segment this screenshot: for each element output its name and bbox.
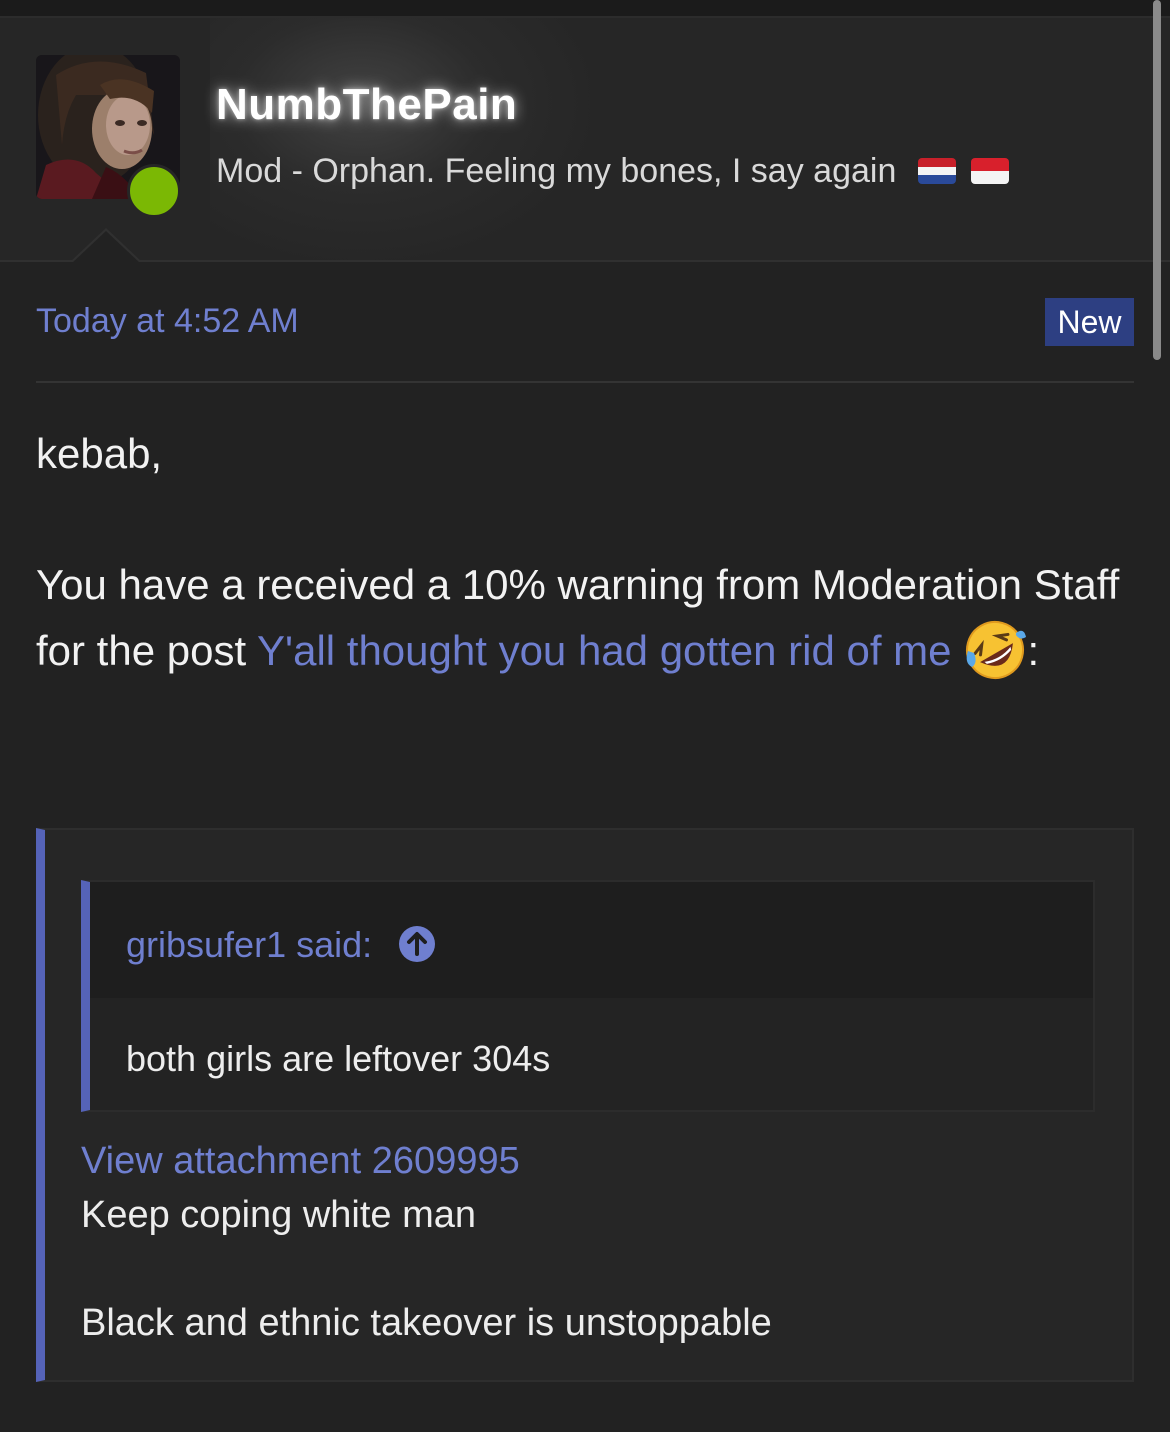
online-status-dot <box>127 164 181 218</box>
nested-quote-author-text[interactable]: gribsufer1 said: <box>126 924 372 965</box>
header-pointer-fill <box>72 231 140 263</box>
new-badge: New <box>1045 298 1134 346</box>
nested-quote: gribsufer1 said: both girls are leftover… <box>81 880 1095 1112</box>
username[interactable]: NumbThePain <box>216 80 517 130</box>
warning-message: You have a received a 10% warning from M… <box>36 553 1136 683</box>
user-title: Mod - Orphan. Feeling my bones, I say ag… <box>216 152 1010 191</box>
netherlands-flag-icon <box>917 158 956 184</box>
conversation-page: NumbThePain Mod - Orphan. Feeling my bon… <box>0 0 1170 1432</box>
nested-quote-text: both girls are leftover 304s <box>126 1038 551 1079</box>
warning-suffix: : <box>1027 627 1040 674</box>
attachment-link[interactable]: View attachment 2609995 <box>81 1140 520 1183</box>
username-glow <box>210 18 590 260</box>
nested-quote-author[interactable]: gribsufer1 said: <box>126 924 436 966</box>
warned-post-link[interactable]: Y'all thought you had gotten rid of me <box>257 627 951 674</box>
quoted-text-line1: Keep coping white man <box>81 1194 477 1236</box>
scrollbar[interactable] <box>1153 0 1161 360</box>
arrow-up-circle-icon[interactable] <box>398 925 436 963</box>
user-title-text: Mod - Orphan. Feeling my bones, I say ag… <box>216 152 897 190</box>
message-user-header: NumbThePain Mod - Orphan. Feeling my bon… <box>0 18 1170 262</box>
quoted-text-line2: Black and ethnic takeover is unstoppable <box>81 1302 772 1344</box>
header-divider <box>36 381 1134 383</box>
message-greeting: kebab, <box>36 430 163 477</box>
indonesia-flag-icon <box>971 158 1010 184</box>
message-timestamp[interactable]: Today at 4:52 AM <box>36 302 299 341</box>
top-bar <box>0 0 1170 18</box>
rolling-on-floor-laughing-emoji <box>965 621 1026 679</box>
nested-quote-header: gribsufer1 said: <box>90 882 1093 998</box>
